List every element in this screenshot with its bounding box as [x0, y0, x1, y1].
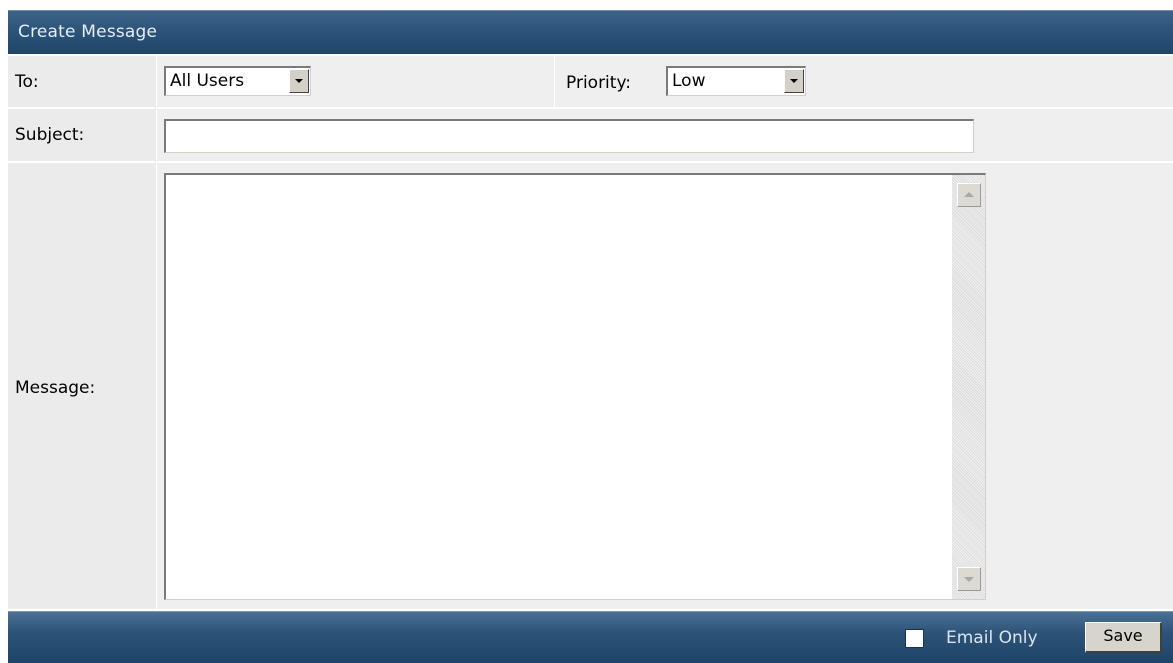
message-row: Message: — [8, 163, 1173, 609]
priority-label: Priority: — [566, 73, 631, 93]
email-only-label: Email Only — [946, 628, 1038, 648]
panel-footer: Email Only Save — [8, 611, 1173, 663]
subject-input[interactable] — [164, 119, 974, 153]
subject-field-cell — [157, 109, 1173, 161]
panel-header: Create Message — [8, 10, 1173, 54]
subject-label: Subject: — [15, 125, 85, 145]
panel-title: Create Message — [18, 22, 158, 42]
to-dropdown-button[interactable] — [289, 69, 309, 93]
subject-label-cell: Subject: — [8, 109, 157, 161]
create-message-panel: Create Message To: All Users Priority: L… — [0, 0, 1173, 663]
message-scrollbar[interactable] — [952, 175, 985, 599]
save-button[interactable]: Save — [1085, 622, 1162, 653]
chevron-down-icon — [790, 79, 798, 83]
scroll-up-arrow-icon — [964, 192, 974, 197]
priority-divider — [554, 56, 555, 107]
chevron-down-icon — [295, 79, 303, 83]
message-textarea-frame — [164, 173, 986, 600]
priority-select[interactable]: Low — [666, 66, 806, 96]
scroll-down-arrow-icon — [964, 577, 974, 582]
message-field-cell — [157, 163, 1173, 609]
to-label-cell: To: — [8, 56, 157, 107]
to-field-cell: All Users Priority: Low — [157, 56, 1173, 107]
to-selected-value: All Users — [170, 71, 245, 91]
message-textarea[interactable] — [166, 175, 951, 599]
to-select[interactable]: All Users — [164, 66, 311, 96]
to-row: To: All Users Priority: Low — [8, 56, 1173, 107]
subject-row: Subject: — [8, 109, 1173, 161]
priority-selected-value: Low — [672, 71, 706, 91]
priority-dropdown-button[interactable] — [784, 69, 804, 93]
message-label-cell: Message: — [8, 163, 157, 609]
to-label: To: — [15, 72, 39, 92]
message-label: Message: — [15, 378, 96, 398]
email-only-checkbox[interactable] — [905, 629, 924, 648]
scroll-up-button[interactable] — [957, 183, 981, 207]
scroll-down-button[interactable] — [957, 567, 981, 591]
